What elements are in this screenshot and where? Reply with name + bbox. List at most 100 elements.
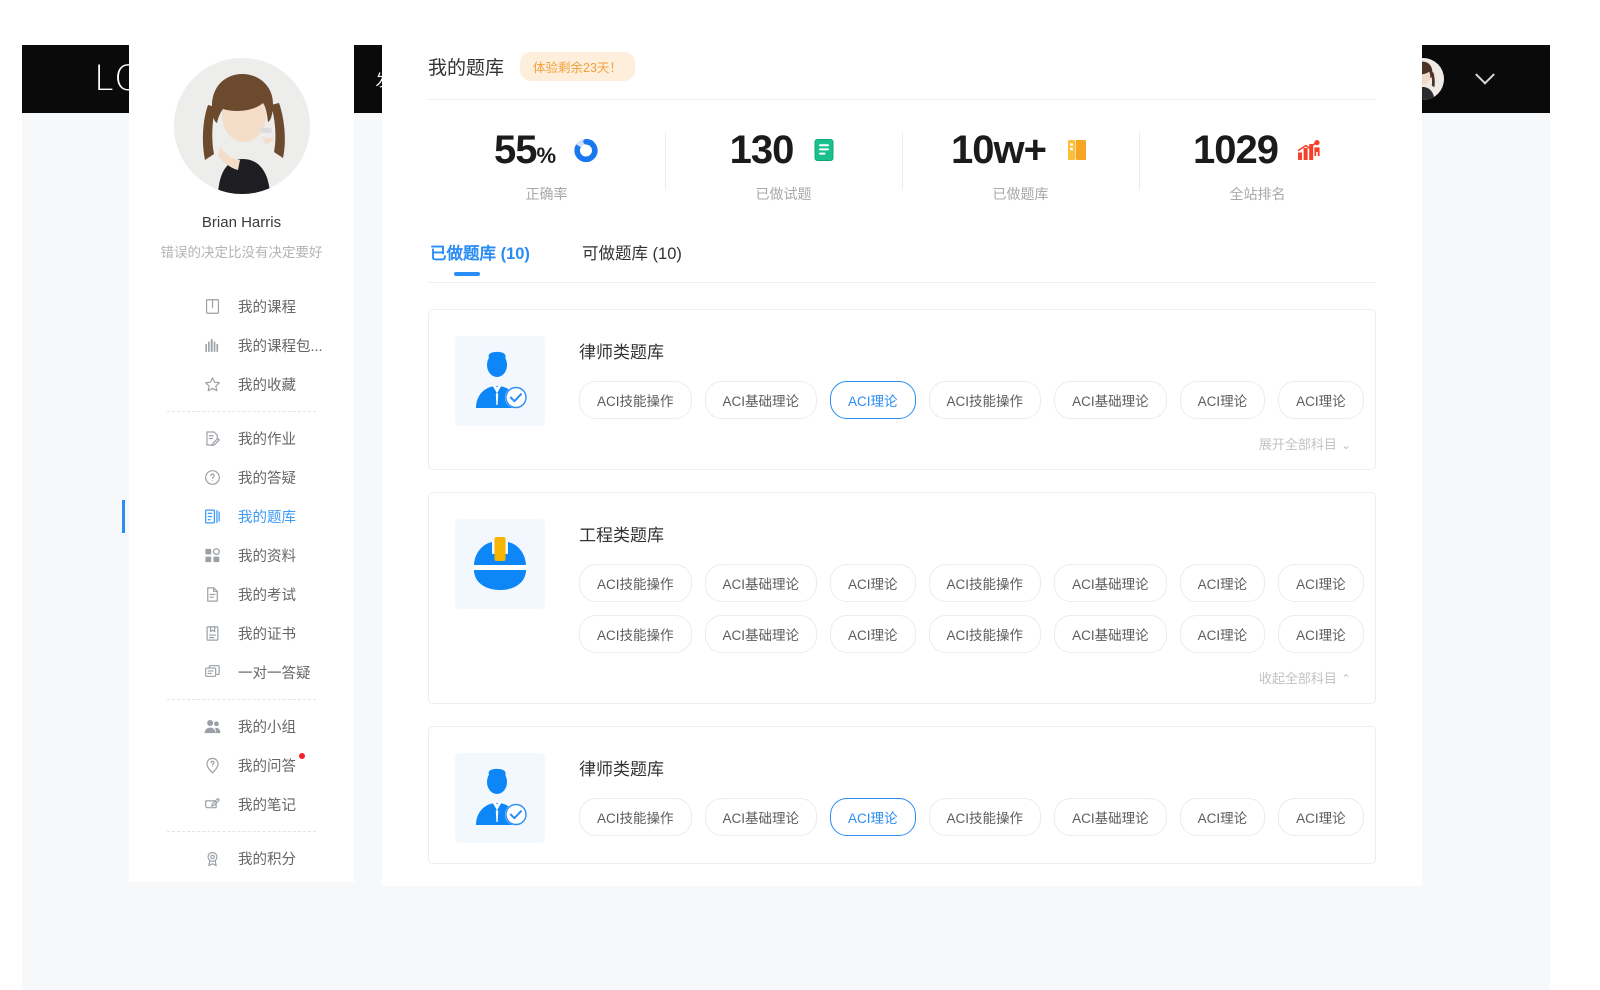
subject-tag[interactable]: ACI理论 xyxy=(1180,798,1266,836)
one-on-one-icon xyxy=(203,663,222,682)
subject-tag[interactable]: ACI基础理论 xyxy=(705,615,818,653)
stat-label: 已做试题 xyxy=(756,184,812,204)
chevron-down-icon[interactable] xyxy=(1475,65,1495,85)
bank-card[interactable]: 工程类题库ACI技能操作ACI基础理论ACI理论ACI技能操作ACI基础理论AC… xyxy=(428,492,1376,704)
subject-tag[interactable]: ACI理论 xyxy=(830,564,916,602)
stat-label: 全站排名 xyxy=(1230,184,1286,204)
subject-tag[interactable]: ACI理论 xyxy=(1278,798,1364,836)
sidebar-item-label: 我的课程 xyxy=(238,296,296,317)
sidebar-item-我的证书[interactable]: 我的证书 xyxy=(129,614,354,653)
lawyer-avatar-icon xyxy=(455,336,545,426)
subject-tag[interactable]: ACI基础理论 xyxy=(1054,381,1167,419)
subject-tag[interactable]: ACI技能操作 xyxy=(929,564,1042,602)
tag-row: ACI技能操作ACI基础理论ACI理论ACI技能操作ACI基础理论ACI理论AC… xyxy=(579,564,1351,602)
sidebar: Brian Harris 错误的决定比没有决定要好 我的课程我的课程包...我的… xyxy=(129,22,354,882)
sidebar-item-我的作业[interactable]: 我的作业 xyxy=(129,419,354,458)
lawyer-avatar-icon xyxy=(455,753,545,843)
subject-tag[interactable]: ACI理论 xyxy=(830,381,916,419)
medal-icon xyxy=(203,849,222,868)
subject-tag[interactable]: ACI理论 xyxy=(830,798,916,836)
stat-number: 55 xyxy=(494,128,537,172)
subject-tag[interactable]: ACI基础理论 xyxy=(705,564,818,602)
bar-chart-icon xyxy=(203,336,222,355)
tag-rows: ACI技能操作 ACI基础理论 ACI理论 ACI技能操作 ACI基础理论 ACI理论 AC… xyxy=(579,564,1351,653)
menu-divider xyxy=(167,831,316,832)
expand-subjects-link[interactable]: 收起全部科目⌃ xyxy=(579,666,1351,689)
stat-number: 1029 xyxy=(1193,128,1278,172)
qa-pin-icon xyxy=(203,756,222,775)
sidebar-item-label: 我的问答 xyxy=(238,755,296,776)
sidebar-item-我的问答[interactable]: 我的问答 xyxy=(129,746,354,785)
homework-icon xyxy=(203,429,222,448)
stat-value: 1029 xyxy=(1193,130,1278,170)
tag-row: ACI技能操作ACI基础理论ACI理论ACI技能操作ACI基础理论ACI理论AC… xyxy=(579,615,1351,653)
menu-divider xyxy=(167,699,316,700)
bank-card-title: 律师类题库 xyxy=(579,338,1351,363)
bank-card-body: 工程类题库ACI技能操作ACI基础理论ACI理论ACI技能操作ACI基础理论AC… xyxy=(579,519,1351,689)
stats-row: 55%正确率 130 已做试题 10w+ 已做题库 1029 全站排名 xyxy=(428,122,1376,228)
subject-tag[interactable]: ACI技能操作 xyxy=(579,564,692,602)
yellow-book-icon xyxy=(1064,137,1090,163)
subject-tag[interactable]: ACI基础理论 xyxy=(1054,615,1167,653)
green-book-icon xyxy=(811,137,837,163)
expand-subjects-link[interactable]: 展开全部科目⌄ xyxy=(579,432,1351,455)
chevron-up-icon: ⌃ xyxy=(1341,672,1351,686)
stat-正确率: 55%正确率 xyxy=(428,122,665,208)
sidebar-item-我的答疑[interactable]: 我的答疑 xyxy=(129,458,354,497)
subject-tag[interactable]: ACI技能操作 xyxy=(579,381,692,419)
tab-1[interactable]: 可做题库 (10) xyxy=(580,234,684,282)
subject-tag[interactable]: ACI技能操作 xyxy=(929,798,1042,836)
subject-tag[interactable]: ACI理论 xyxy=(1278,615,1364,653)
sidebar-item-一对一答疑[interactable]: 一对一答疑 xyxy=(129,653,354,692)
sidebar-item-label: 我的答疑 xyxy=(238,467,296,488)
profile-motto: 错误的决定比没有决定要好 xyxy=(129,241,354,261)
bank-card[interactable]: 律师类题库 ACI技能操作 ACI基础理论 ACI理论 ACI技能操作 ACI基础理论 AC… xyxy=(428,309,1376,470)
sidebar-item-我的课程[interactable]: 我的课程 xyxy=(129,287,354,326)
subject-tag[interactable]: ACI技能操作 xyxy=(929,615,1042,653)
subject-tag[interactable]: ACI理论 xyxy=(1278,381,1364,419)
sidebar-item-label: 我的题库 xyxy=(238,506,296,527)
subject-tag[interactable]: ACI理论 xyxy=(1180,564,1266,602)
donut-chart-icon xyxy=(573,137,599,163)
subject-tag[interactable]: ACI理论 xyxy=(1180,381,1266,419)
subject-tag[interactable]: ACI理论 xyxy=(1180,615,1266,653)
group-icon xyxy=(203,717,222,736)
subject-tag[interactable]: ACI理论 xyxy=(1278,564,1364,602)
main-panel: 我的题库 体验剩余23天！ 55%正确率130已做试题10w+已做题库1029全… xyxy=(382,22,1422,886)
sidebar-item-我的考试[interactable]: 我的考试 xyxy=(129,575,354,614)
files-icon xyxy=(203,546,222,565)
sidebar-item-我的积分[interactable]: 我的积分 xyxy=(129,839,354,878)
stat-label: 已做题库 xyxy=(993,184,1049,204)
subject-tag[interactable]: ACI技能操作 xyxy=(929,381,1042,419)
sidebar-item-我的资料[interactable]: 我的资料 xyxy=(129,536,354,575)
sidebar-item-我的课程包...[interactable]: 我的课程包... xyxy=(129,326,354,365)
stat-value-row: 130 xyxy=(730,130,838,170)
stat-全站排名: 1029 全站排名 xyxy=(1139,122,1376,208)
sidebar-item-label: 我的小组 xyxy=(238,716,296,737)
sidebar-item-label: 我的积分 xyxy=(238,848,296,869)
subject-tag[interactable]: ACI基础理论 xyxy=(705,798,818,836)
subject-tag[interactable]: ACI基础理论 xyxy=(705,381,818,419)
profile-avatar[interactable] xyxy=(174,58,310,194)
sidebar-item-我的题库[interactable]: 我的题库 xyxy=(129,497,354,536)
tab-0[interactable]: 已做题库 (10) xyxy=(428,234,532,282)
subject-tag[interactable]: ACI理论 xyxy=(830,615,916,653)
subject-tag[interactable]: ACI基础理论 xyxy=(1054,798,1167,836)
sidebar-item-我的小组[interactable]: 我的小组 xyxy=(129,707,354,746)
sidebar-item-label: 我的课程包... xyxy=(238,335,323,356)
sidebar-item-label: 一对一答疑 xyxy=(238,662,311,683)
chevron-down-icon: ⌄ xyxy=(1341,438,1351,452)
bank-card[interactable]: 律师类题库ACI技能操作ACI基础理论ACI理论ACI技能操作ACI基础理论AC… xyxy=(428,726,1376,864)
bank-card-body: 律师类题库 ACI技能操作 ACI基础理论 ACI理论 ACI技能操作 ACI基础理论 AC… xyxy=(579,336,1351,455)
subject-tag[interactable]: ACI技能操作 xyxy=(579,798,692,836)
subject-tag[interactable]: ACI技能操作 xyxy=(579,615,692,653)
subject-tag[interactable]: ACI基础理论 xyxy=(1054,564,1167,602)
tag-row: ACI技能操作ACI基础理论ACI理论ACI技能操作ACI基础理论ACI理论AC… xyxy=(579,798,1351,836)
stat-value: 130 xyxy=(730,130,794,170)
sidebar-item-我的笔记[interactable]: 我的笔记 xyxy=(129,785,354,824)
stat-value-row: 10w+ xyxy=(951,130,1090,170)
sidebar-item-label: 我的考试 xyxy=(238,584,296,605)
stat-number: 10w+ xyxy=(951,128,1046,172)
hardhat-icon xyxy=(455,519,545,609)
sidebar-item-我的收藏[interactable]: 我的收藏 xyxy=(129,365,354,404)
